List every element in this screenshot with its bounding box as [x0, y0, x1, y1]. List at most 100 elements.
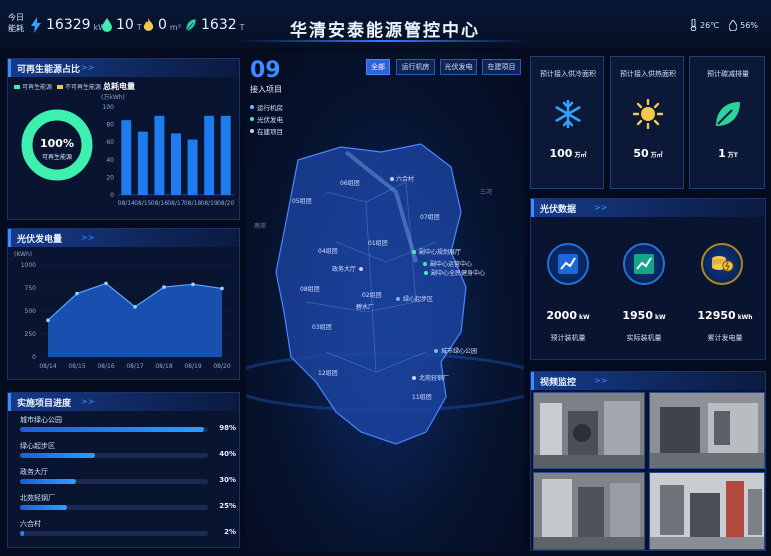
district-label: 04组团 — [318, 248, 338, 255]
camera-image — [534, 473, 644, 549]
sun-icon — [633, 99, 663, 129]
y-tick-label: 750 — [25, 285, 37, 292]
bar — [171, 133, 181, 195]
card-value-unit: 万T — [727, 152, 738, 159]
y-tick-label: 0 — [32, 354, 36, 361]
y-tick-label: 1000 — [21, 262, 36, 269]
point-dot — [412, 375, 416, 380]
map-point[interactable]: 副中心运营中心 — [423, 259, 472, 268]
solar-item-icon-wrap — [623, 243, 665, 285]
solar-item-value: 12950 kWh — [689, 309, 761, 322]
stat-gas: 0 m³ — [143, 12, 181, 38]
map-legend-item: 运行机房 — [250, 101, 283, 113]
renewable-panel-header: 可再生能源占比 >> — [8, 59, 239, 77]
leaf-icon — [185, 18, 197, 32]
progress-panel: 实施项目进度 >> 城市绿心公园 98% 绿心起步区 40% 政务大厅 30% 北苑轻钢厂 25… — [7, 392, 240, 548]
y-tick-label: 500 — [25, 308, 37, 315]
flame-icon — [143, 17, 154, 31]
stat-carbon: 1632 T — [185, 12, 245, 38]
card-value-unit: 万㎡ — [650, 152, 663, 159]
map-point[interactable]: 副中心全民健身中心 — [424, 268, 485, 277]
y-tick-label: 60 — [106, 139, 114, 146]
card-value-unit: 万㎡ — [574, 152, 587, 159]
point-label: 六合村 — [396, 176, 415, 183]
point-dot — [434, 348, 438, 353]
x-tick-label: 08/20 — [217, 200, 234, 207]
district-label: 06组团 — [340, 180, 360, 187]
area-fill — [48, 283, 222, 357]
map-legend-label: 运行机房 — [257, 104, 283, 112]
solar-panel: 光伏数据 >> 2000 kW 1950 kW 12950 kWh 预计装机量 实际装机… — [530, 198, 766, 360]
carbon-card: 预计碳减排量 1 万T — [689, 56, 765, 189]
map-point[interactable]: 城市绿心公园 — [434, 346, 477, 355]
progress-bar-fill — [20, 505, 67, 510]
x-tick-label: 08/19 — [184, 363, 201, 370]
stat-electricity-value: 16329 — [46, 17, 91, 33]
progress-item: 城市绿心公园 98% — [20, 414, 236, 440]
card-value-number: 50 — [633, 147, 649, 160]
map-point[interactable]: 副中心规划展厅 — [412, 247, 461, 256]
point-label: 副中心规划展厅 — [419, 249, 462, 256]
lightning-icon — [31, 17, 41, 33]
stat-water-value: 10 — [116, 17, 134, 33]
progress-item-percent: 98% — [219, 424, 236, 432]
solar-item-value: 1950 kW — [611, 309, 677, 322]
chart-icon — [558, 254, 578, 274]
stat-electricity: 16329 kWh — [30, 12, 111, 38]
progress-bar-fill — [20, 531, 24, 536]
pv-area-chart: 0 250 500 750 1000 08/14 08/15 08/16 08/17 08/18 0… — [21, 262, 231, 370]
camera-image — [650, 473, 764, 549]
video-panel-header: 视频监控 >> — [531, 372, 765, 390]
video-title: 视频监控 — [540, 378, 577, 388]
progress-bar-track — [20, 505, 208, 510]
x-tick-label: 08/15 — [134, 200, 151, 207]
project-count: 09 — [250, 58, 281, 83]
y-tick-label: 100 — [103, 104, 115, 111]
camera-feed-4[interactable] — [649, 472, 765, 550]
solar-value-number: 1950 — [622, 309, 653, 322]
progress-list: 城市绿心公园 98% 绿心起步区 40% 政务大厅 30% 北苑轻钢厂 25% 六合村 2% — [20, 414, 236, 544]
solar-value-unit: kW — [655, 314, 666, 321]
legend-nonrenewable: 不可再生能源 — [65, 84, 102, 91]
pv-panel-header: 光伏发电量 >> — [8, 229, 239, 247]
title-underline — [240, 40, 530, 42]
data-point — [191, 282, 195, 287]
camera-feed-3[interactable] — [533, 472, 645, 550]
map-point[interactable]: 六合村 — [390, 174, 414, 183]
legend-dot — [250, 105, 254, 109]
heating-area-card: 预计接入供热面积 50 万㎡ — [610, 56, 684, 189]
progress-item-percent: 25% — [219, 502, 236, 510]
map-point[interactable]: 北苑轻钢厂 — [412, 373, 449, 382]
pv-title: 光伏发电量 — [17, 235, 63, 245]
bar — [220, 115, 231, 195]
filter-pv-button[interactable]: 光伏发电 — [440, 59, 477, 75]
pv-panel: 光伏发电量 >> (KWh) 0 250 500 750 1000 08/14 08/15 08… — [7, 228, 240, 380]
x-tick-label: 08/16 — [151, 200, 168, 207]
pv-unit: (KWh) — [14, 251, 33, 258]
legend-dot — [250, 129, 254, 133]
card-value: 100 万㎡ — [531, 147, 605, 160]
camera-feed-1[interactable] — [533, 392, 645, 469]
map-point[interactable]: 碧水厂 — [356, 302, 374, 311]
solar-value-number: 2000 — [546, 309, 577, 322]
renewable-title: 可再生能源占比 — [17, 65, 81, 75]
progress-item-name: 北苑轻钢厂 — [20, 494, 55, 502]
map-legend-item: 光伏发电 — [250, 113, 283, 125]
map-point[interactable]: 绿心起步区 — [396, 294, 433, 303]
renewable-panel: 可再生能源占比 >> 可再生能源 不可再生能源 100% 可再生能源 总耗电量 (… — [7, 58, 240, 220]
point-label: 北苑轻钢厂 — [419, 375, 450, 382]
filter-machine-room-button[interactable]: 运行机房 — [396, 59, 435, 75]
map-point[interactable]: 政务大厅 — [332, 264, 364, 273]
filter-construction-button[interactable]: 在建项目 — [482, 59, 521, 75]
x-tick-label: 08/15 — [68, 363, 85, 370]
bar — [154, 115, 165, 195]
map-legend-item: 在建项目 — [250, 125, 283, 137]
stat-carbon-unit: T — [239, 22, 245, 32]
camera-feed-2[interactable] — [649, 392, 765, 469]
point-label: 副中心运营中心 — [430, 261, 473, 268]
solar-item-value: 2000 kW — [535, 309, 601, 322]
filter-all-button[interactable]: 全部 — [366, 59, 390, 75]
progress-bar-fill — [20, 427, 205, 432]
temperature-value: 26℃ — [700, 20, 720, 30]
card-title: 预计碳减排量 — [707, 70, 749, 78]
